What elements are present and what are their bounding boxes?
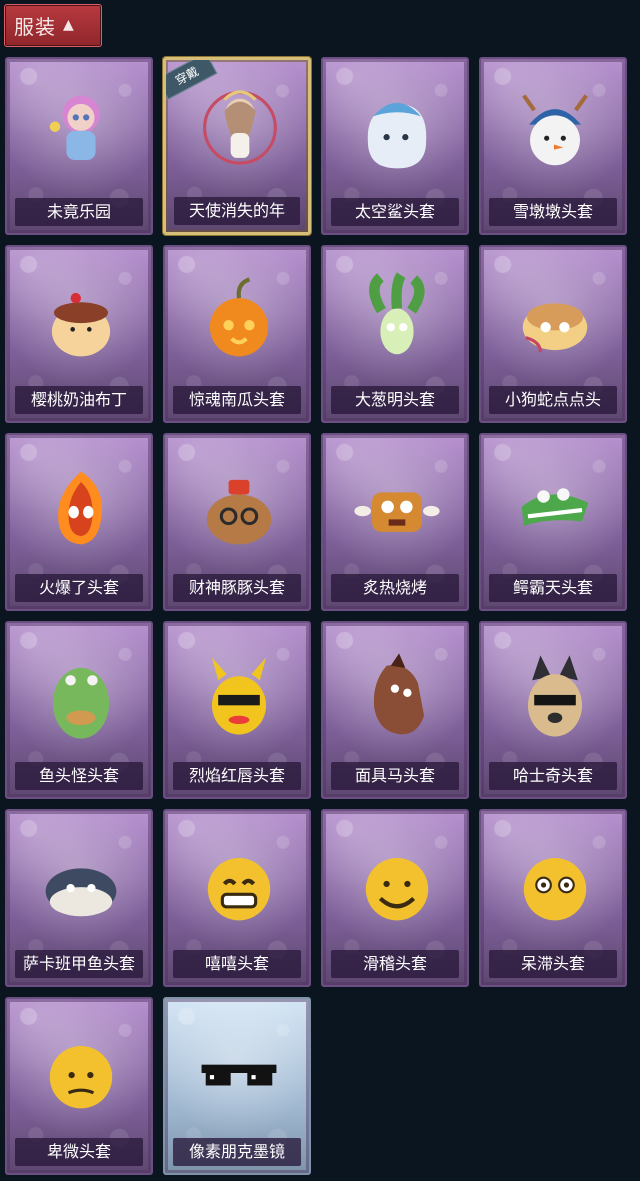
costume-card-11[interactable]: 炙热烧烤 (321, 433, 469, 611)
costume-name: 财神豚豚头套 (173, 574, 301, 602)
costume-card-2[interactable]: 穿戴 天使消失的年 (163, 57, 311, 235)
snake-dog-helmet-icon (503, 269, 607, 373)
costume-card-18[interactable]: 嘻嘻头套 (163, 809, 311, 987)
costume-name: 大葱明头套 (331, 386, 459, 414)
costume-name: 樱桃奶油布丁 (15, 386, 143, 414)
costume-name: 面具马头套 (331, 762, 459, 790)
costume-name: 哈士奇头套 (489, 762, 617, 790)
costume-name: 天使消失的年 (174, 197, 300, 225)
pudding-helmet-icon (29, 269, 133, 373)
fish-head-helmet-icon (29, 645, 133, 749)
costume-grid: 未竟乐园 穿戴 天使消失的年 太空鲨头套 雪墩墩头套 樱桃奶油布丁 惊魂南瓜头套… (5, 57, 629, 1181)
shark-helmet-icon (345, 81, 449, 185)
fish-helmet-icon (29, 833, 133, 937)
husky-helmet-icon (503, 645, 607, 749)
costume-name: 卑微头套 (15, 1138, 143, 1166)
costume-name: 炙热烧烤 (331, 574, 459, 602)
costume-name: 未竟乐园 (15, 198, 143, 226)
funny-emoji-helmet-icon (345, 833, 449, 937)
costume-card-20[interactable]: 呆滞头套 (479, 809, 627, 987)
costume-name: 太空鲨头套 (331, 198, 459, 226)
clothing-category-label: 服装 (14, 15, 56, 39)
doll-icon (29, 81, 133, 185)
costume-card-8[interactable]: 小狗蛇点点头 (479, 245, 627, 423)
costume-card-15[interactable]: 面具马头套 (321, 621, 469, 799)
costume-card-22[interactable]: 像素朋克墨镜 (163, 997, 311, 1175)
costume-name: 火爆了头套 (15, 574, 143, 602)
pixel-sunglasses-icon (187, 1021, 291, 1125)
fireball-helmet-icon (29, 457, 133, 561)
costume-card-6[interactable]: 惊魂南瓜头套 (163, 245, 311, 423)
capybara-helmet-icon (187, 457, 291, 561)
costume-name: 鳄霸天头套 (489, 574, 617, 602)
chevron-up-icon: ▲ (63, 16, 75, 33)
costume-card-4[interactable]: 雪墩墩头套 (479, 57, 627, 235)
costume-name: 鱼头怪头套 (15, 762, 143, 790)
costume-card-7[interactable]: 大葱明头套 (321, 245, 469, 423)
grin-emoji-helmet-icon (187, 833, 291, 937)
costume-card-10[interactable]: 财神豚豚头套 (163, 433, 311, 611)
snow-reindeer-helmet-icon (503, 81, 607, 185)
costume-name: 萨卡班甲鱼头套 (15, 950, 143, 978)
crocodile-helmet-icon (503, 457, 607, 561)
clothing-category-tab[interactable]: 服装 ▲ (4, 4, 102, 47)
costume-name: 烈焰红唇头套 (173, 762, 301, 790)
costume-card-5[interactable]: 樱桃奶油布丁 (5, 245, 153, 423)
costume-card-3[interactable]: 太空鲨头套 (321, 57, 469, 235)
pumpkin-helmet-icon (187, 269, 291, 373)
costume-name: 惊魂南瓜头套 (173, 386, 301, 414)
horse-mask-helmet-icon (345, 645, 449, 749)
costume-name: 滑稽头套 (331, 950, 459, 978)
costume-card-12[interactable]: 鳄霸天头套 (479, 433, 627, 611)
costume-card-13[interactable]: 鱼头怪头套 (5, 621, 153, 799)
costume-name: 呆滞头套 (489, 950, 617, 978)
costume-card-14[interactable]: 烈焰红唇头套 (163, 621, 311, 799)
costume-card-19[interactable]: 滑稽头套 (321, 809, 469, 987)
costume-name: 嘻嘻头套 (173, 950, 301, 978)
costume-card-21[interactable]: 卑微头套 (5, 997, 153, 1175)
costume-card-1[interactable]: 未竟乐园 (5, 57, 153, 235)
blank-emoji-helmet-icon (503, 833, 607, 937)
humble-emoji-helmet-icon (29, 1021, 133, 1125)
scallion-helmet-icon (345, 269, 449, 373)
costume-card-17[interactable]: 萨卡班甲鱼头套 (5, 809, 153, 987)
angel-doll-icon (188, 82, 292, 186)
costume-name: 雪墩墩头套 (489, 198, 617, 226)
costume-card-9[interactable]: 火爆了头套 (5, 433, 153, 611)
costume-name: 像素朋克墨镜 (173, 1138, 301, 1166)
grilled-meat-helmet-icon (345, 457, 449, 561)
costume-card-16[interactable]: 哈士奇头套 (479, 621, 627, 799)
yellow-mask-helmet-icon (187, 645, 291, 749)
costume-name: 小狗蛇点点头 (489, 386, 617, 414)
